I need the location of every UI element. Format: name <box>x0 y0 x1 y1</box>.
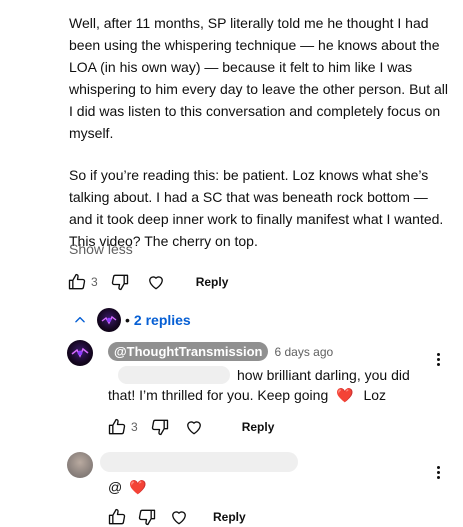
like-count: 3 <box>91 275 98 289</box>
like-count: 3 <box>131 420 138 434</box>
redacted-mention <box>118 366 230 384</box>
reply-actions: 3 Reply <box>107 417 274 437</box>
reply-text-line-1: how brilliant darling, you did <box>237 367 410 383</box>
thumbs-up-icon[interactable] <box>107 507 127 527</box>
replies-count-label: 2 replies <box>133 312 191 328</box>
thumbs-down-icon[interactable] <box>137 507 157 527</box>
thumbs-up-icon[interactable] <box>67 272 87 292</box>
comment-actions: 3 Reply <box>67 272 228 292</box>
creator-avatar-small <box>97 308 121 332</box>
heart-emoji: ❤️ <box>129 479 147 495</box>
more-options-icon[interactable] <box>435 351 441 368</box>
heart-emoji: ❤️ <box>336 387 354 403</box>
thumbs-up-icon[interactable] <box>107 417 127 437</box>
author-handle[interactable]: @ThoughtTransmission <box>108 342 269 361</box>
reply-actions: Reply <box>107 507 246 527</box>
bullet-separator: • <box>125 312 130 328</box>
redacted-author <box>100 452 298 472</box>
comment-body: Well, after 11 months, SP literally told… <box>69 12 449 252</box>
comment-paragraph-1: Well, after 11 months, SP literally told… <box>69 15 448 141</box>
heart-outline-icon[interactable] <box>169 507 189 527</box>
signoff: Loz <box>363 387 387 403</box>
reply-timestamp: 6 days ago <box>274 344 334 359</box>
thumbs-down-icon[interactable] <box>110 272 130 292</box>
more-options-icon[interactable] <box>435 464 441 481</box>
reply-text-main: that! I’m thrilled for you. Keep going <box>108 387 329 403</box>
thumbs-down-icon[interactable] <box>150 417 170 437</box>
reply-avatar[interactable] <box>67 452 93 478</box>
reply-header: @ThoughtTransmission 6 days ago <box>108 342 333 361</box>
show-less-button[interactable]: Show less <box>69 241 133 257</box>
comment-paragraph-2: So if you’re reading this: be patient. L… <box>69 167 444 249</box>
reply-avatar[interactable] <box>67 340 93 366</box>
heart-outline-icon[interactable] <box>146 272 166 292</box>
chevron-up-icon <box>73 313 87 327</box>
mention-prefix: @ <box>108 479 123 495</box>
reply-text-line-2: that! I’m thrilled for you. Keep going ❤… <box>108 384 386 406</box>
reply-text: @ ❤️ <box>108 476 147 498</box>
heart-outline-icon[interactable] <box>184 417 204 437</box>
replies-toggle[interactable]: • 2 replies <box>73 308 191 332</box>
reply-button[interactable]: Reply <box>213 510 246 524</box>
reply-button[interactable]: Reply <box>196 275 229 289</box>
reply-button[interactable]: Reply <box>242 420 275 434</box>
